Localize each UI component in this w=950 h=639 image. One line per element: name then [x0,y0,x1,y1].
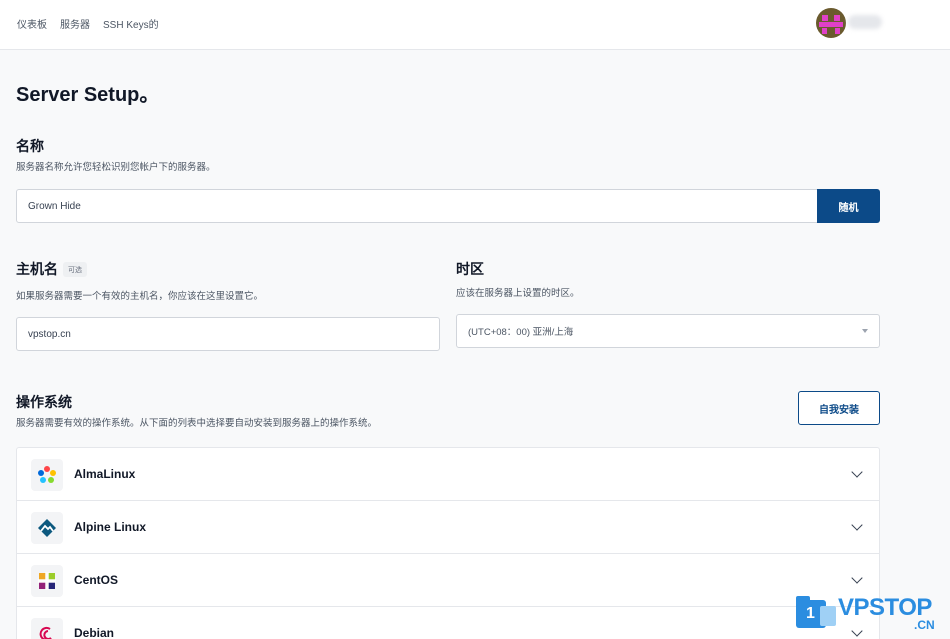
watermark-suffix: .CN [914,618,935,632]
chevron-down-icon [851,519,863,531]
hostname-value: vpstop.cn [28,328,71,340]
centos-icon [31,565,63,597]
server-name-input[interactable]: Grown Hide [16,189,818,223]
timezone-section-title: 时区 [456,261,484,277]
top-bar: 仪表板 服务器 SSH Keys的 [0,0,950,50]
main-nav: 仪表板 服务器 SSH Keys的 [17,16,159,31]
name-section-desc: 服务器名称允许您轻松识别您帐户下的服务器。 [16,162,216,173]
self-install-button[interactable]: 自我安装 [798,391,880,425]
nav-ssh-keys[interactable]: SSH Keys的 [103,16,159,31]
os-name: Alpine Linux [74,520,146,534]
server-name-value: Grown Hide [28,200,81,212]
watermark: 1 VPSTOP .CN [794,594,944,634]
debian-icon [31,618,63,639]
timezone-section-desc: 应该在服务器上设置的时区。 [456,288,580,299]
os-list: AlmaLinux Alpine Linux CentOS Debian [16,447,880,639]
user-name-blurred[interactable] [848,15,882,29]
alpine-icon [31,512,63,544]
os-section-desc: 服务器需要有效的操作系统。从下面的列表中选择要自动安装到服务器上的操作系统。 [16,418,378,429]
random-name-button[interactable]: 随机 [817,189,880,223]
os-item-centos[interactable]: CentOS [17,554,879,607]
name-section-title: 名称 [16,138,44,154]
watermark-logo-icon [796,596,836,628]
watermark-badge-digit: 1 [806,605,815,622]
os-name: AlmaLinux [74,467,136,481]
almalinux-icon [31,459,63,491]
hostname-section-desc: 如果服务器需要一个有效的主机名，你应该在这里设置它。 [16,291,264,302]
caret-down-icon [862,329,868,333]
chevron-down-icon [851,466,863,478]
os-name: CentOS [74,573,119,587]
os-name: Debian [74,626,115,639]
os-item-debian[interactable]: Debian [17,607,879,639]
hostname-input[interactable]: vpstop.cn [16,317,440,351]
os-item-alpine[interactable]: Alpine Linux [17,501,879,554]
os-section-title: 操作系统 [16,394,72,410]
timezone-select[interactable]: (UTC+08：00) 亚洲/上海 [456,314,880,348]
nav-dashboard[interactable]: 仪表板 [17,16,47,31]
hostname-section-title: 主机名 [16,261,58,277]
page-title: Server Setup。 [16,84,160,106]
chevron-down-icon [851,572,863,584]
timezone-selected-value: (UTC+08：00) 亚洲/上海 [468,327,574,338]
nav-servers[interactable]: 服务器 [60,16,90,31]
avatar[interactable] [816,8,846,38]
optional-badge: 可选 [63,262,87,277]
os-item-almalinux[interactable]: AlmaLinux [17,448,879,501]
